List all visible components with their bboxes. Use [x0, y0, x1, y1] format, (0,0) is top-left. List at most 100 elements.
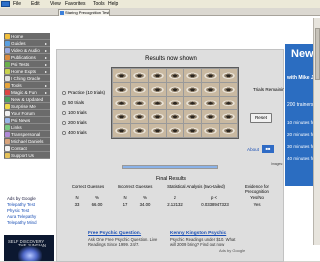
nav-item[interactable]: Video & Audio ▸	[4, 47, 50, 54]
nav-item[interactable]: Guides ▸	[4, 40, 50, 47]
menu-view[interactable]: View	[50, 0, 61, 8]
nav-item-icon	[5, 41, 10, 46]
eyes-image	[113, 124, 130, 137]
tab-bar: Staring Precognition Test	[0, 8, 320, 16]
ad-link[interactable]: Aura Telepathy	[7, 214, 36, 219]
ad-text-free-psychic: Ask One Free Psychic Question. Live Read…	[88, 237, 158, 247]
nav-item[interactable]: New & Updated	[4, 96, 50, 103]
submenu-arrow-icon: ▸	[44, 90, 47, 95]
nav-item[interactable]: Contact	[4, 145, 50, 152]
nav-item[interactable]: Home Expts ▸	[4, 68, 50, 75]
nav-item-icon	[5, 146, 10, 151]
eyes-image	[166, 110, 184, 124]
nav-item-icon	[5, 90, 10, 95]
nav-item-label: Publications	[11, 55, 36, 60]
header-incorrect: Incorrect Guesses	[117, 184, 153, 189]
radio-icon[interactable]	[62, 120, 66, 125]
nav-item-label: Magic & Fun	[11, 90, 37, 95]
submenu-arrow-icon: ▸	[44, 55, 47, 60]
nav-item-label: Guides	[11, 41, 26, 46]
ad-title-free-psychic[interactable]: Free Psychic Question.	[88, 231, 141, 236]
nav-item[interactable]: Michael Daniels	[4, 138, 50, 145]
site-nav: Home Guides ▸ Video & Audio ▸ Publications ▸ Ps…	[4, 33, 50, 159]
eyes-image	[220, 110, 237, 124]
value-incorrect-n: 17	[122, 202, 128, 207]
ad-title-kenny-kingston[interactable]: Kenny Kingston Psychic	[170, 231, 226, 236]
option-400-trials[interactable]: 400 trials	[62, 130, 87, 135]
scrollbar-thumb[interactable]	[315, 28, 320, 80]
about-link[interactable]: About	[247, 147, 259, 152]
nav-item[interactable]: I Ching Oracle	[4, 75, 50, 82]
option-100-trials[interactable]: 100 trials	[62, 110, 87, 115]
book-glow	[18, 246, 42, 261]
ads-by-google-footer[interactable]: Ads by Google	[219, 248, 245, 253]
eyes-image	[220, 82, 237, 96]
menu-edit[interactable]: Edit	[31, 0, 40, 8]
ad-text-kenny-kingston: Psychic Readings under $10. What will 20…	[170, 237, 236, 247]
option-practice[interactable]: Practice (10 trials)	[62, 90, 105, 95]
ad-link[interactable]: Physic Test	[7, 208, 29, 213]
nav-item[interactable]: Tools ▸	[4, 82, 50, 89]
nav-item[interactable]: Support Us	[4, 152, 50, 159]
header-statistics: Statistical Analysis (two-tailed)	[167, 184, 225, 189]
nav-item[interactable]: Your Forum	[4, 110, 50, 117]
ad-link[interactable]: Telepathy Test	[7, 202, 35, 207]
option-50-trials[interactable]: 50 trials	[62, 100, 84, 105]
nav-item[interactable]: Home	[4, 33, 50, 40]
eyes-image	[220, 96, 237, 110]
menu-favorites[interactable]: Favorites	[65, 0, 86, 8]
banner-ad-line2: 200 trainers	[287, 102, 314, 108]
results-title: Results now shown	[145, 56, 197, 62]
menu-file[interactable]: File	[13, 0, 21, 8]
vertical-scrollbar[interactable]	[313, 18, 320, 245]
banner-ad-bullet: 10 minutes fr	[287, 120, 314, 125]
radio-icon[interactable]	[62, 130, 66, 135]
radio-icon[interactable]	[62, 110, 66, 115]
sub-correct-pct: %	[95, 195, 99, 200]
eyes-image	[130, 110, 148, 124]
eyes-image	[202, 124, 220, 137]
nav-item[interactable]: Surprise Me	[4, 103, 50, 110]
reset-button[interactable]: Reset	[250, 113, 272, 123]
nav-item-label: Tools	[11, 83, 22, 88]
ads-by-google-header[interactable]: Ads by Google	[7, 196, 36, 201]
nav-item[interactable]: Transpersonal	[4, 131, 50, 138]
eyes-image	[130, 96, 148, 110]
sub-incorrect-pct: %	[143, 195, 147, 200]
nav-item[interactable]: Magic & Fun ▸	[4, 89, 50, 96]
radio-icon[interactable]	[62, 90, 66, 95]
header-correct: Correct Guesses	[71, 184, 105, 189]
browser-tab[interactable]: Staring Precognition Test	[58, 9, 110, 16]
nav-item-label: New & Updated	[11, 97, 44, 102]
banner-ad-bullet: 40 minutes fr	[287, 156, 314, 161]
nav-item[interactable]: Publications ▸	[4, 54, 50, 61]
eyes-image	[113, 96, 130, 110]
eyes-image	[166, 82, 184, 96]
eyes-image	[148, 110, 166, 124]
eyes-image	[184, 124, 202, 137]
menu-help[interactable]: Help	[108, 0, 118, 8]
book-ad-image[interactable]: SELF DISCOVERY THE JUNGIAN WAY	[4, 235, 54, 261]
eyes-image	[148, 69, 166, 82]
nav-item-icon	[5, 48, 10, 53]
eyes-image	[148, 82, 166, 96]
banner-ad-line1: with Mike J	[287, 75, 314, 81]
progress-bar	[122, 165, 218, 169]
about-icon[interactable]: ■■	[262, 145, 274, 153]
nav-item[interactable]: Psi News	[4, 117, 50, 124]
radio-selected-icon[interactable]	[62, 100, 66, 105]
nav-item[interactable]: Links	[4, 124, 50, 131]
page-content: Home Guides ▸ Video & Audio ▸ Publications ▸ Ps…	[0, 16, 320, 262]
eyes-image	[113, 110, 130, 124]
menu-tools[interactable]: Tools	[93, 0, 105, 8]
ad-link[interactable]: Telepathy Mind	[7, 220, 37, 225]
eyes-image	[130, 124, 148, 137]
nav-item-icon	[5, 111, 10, 116]
nav-item-icon	[5, 104, 10, 109]
nav-item-icon	[5, 83, 10, 88]
nav-item-label: Your Forum	[11, 111, 35, 116]
option-200-trials[interactable]: 200 trials	[62, 120, 87, 125]
value-p: 0.0338947323	[201, 202, 229, 207]
nav-item[interactable]: Psi Tests ▸	[4, 61, 50, 68]
eyes-image	[184, 96, 202, 110]
